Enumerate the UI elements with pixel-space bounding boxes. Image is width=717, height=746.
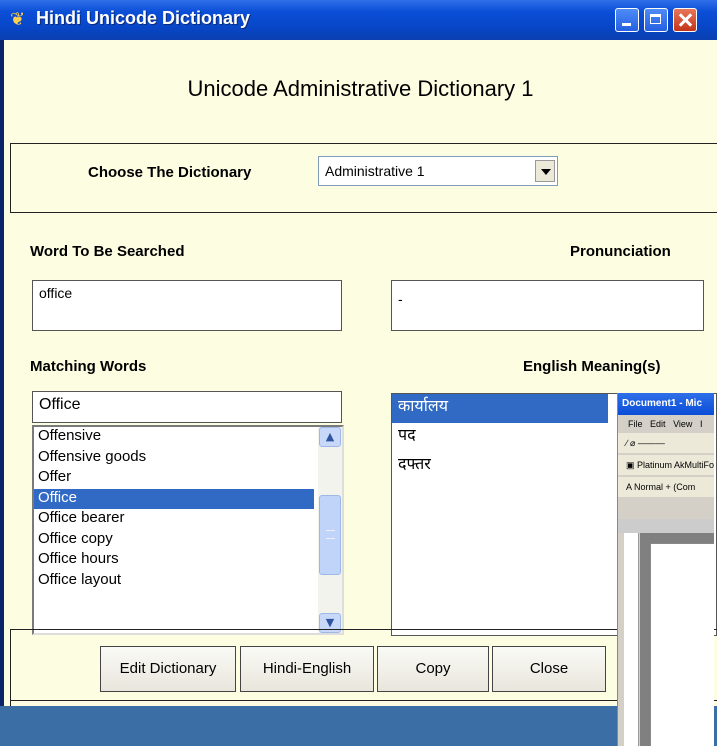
matching-filter-input[interactable]: Office — [32, 391, 342, 423]
scroll-thumb[interactable] — [319, 495, 341, 575]
dictionary-window: ❦ Hindi Unicode Dictionary Unicode Admin… — [0, 0, 717, 746]
word-style-toolbar[interactable]: A Normal + (Com — [618, 477, 714, 497]
english-meanings-label: English Meaning(s) — [523, 358, 661, 375]
word-font-name[interactable]: Platinum AkMultiFont — [637, 460, 714, 470]
divider — [10, 143, 11, 213]
close-button[interactable]: Close — [492, 646, 606, 692]
hindi-english-button[interactable]: Hindi-English — [240, 646, 374, 692]
word-drawing-toolbar[interactable]: ∕ ⌀ ——— — [618, 433, 714, 453]
word-title-bar[interactable]: Document1 - Mic — [618, 393, 714, 415]
divider — [10, 700, 717, 701]
pen-icon[interactable]: ∕ ⌀ — [626, 438, 635, 448]
maximize-button[interactable] — [644, 8, 668, 32]
word-font-toolbar[interactable]: ▣ Platinum AkMultiFont — [618, 455, 714, 475]
matching-words-list[interactable]: Offensive Offensive goods Offer Office O… — [32, 425, 344, 635]
title-bar[interactable]: ❦ Hindi Unicode Dictionary — [0, 0, 717, 40]
pronunciation-label: Pronunciation — [570, 243, 671, 260]
copy-button[interactable]: Copy — [377, 646, 489, 692]
document-page[interactable] — [650, 543, 714, 746]
divider — [10, 212, 717, 213]
dictionary-app-icon: ❦ — [10, 9, 26, 30]
word-search-label: Word To Be Searched — [30, 243, 185, 260]
word-document-window[interactable]: Document1 - Mic File Edit View I ∕ ⌀ ———… — [617, 393, 714, 746]
matching-words-label: Matching Words — [30, 358, 147, 375]
search-input[interactable]: office — [32, 280, 342, 331]
dictionary-select[interactable]: Administrative 1 — [318, 156, 558, 186]
hindi-english-label: Hindi-English — [262, 660, 352, 677]
word-menu-insert[interactable]: I — [700, 419, 703, 429]
word-menu-file[interactable]: File — [628, 419, 643, 429]
copy-label: Copy — [415, 660, 451, 677]
word-menu-edit[interactable]: Edit — [650, 419, 666, 429]
word-title: Document1 - Mic — [622, 398, 703, 409]
close-window-button[interactable] — [673, 8, 697, 32]
close-label: Close — [529, 660, 569, 677]
list-item[interactable]: Offensive — [34, 427, 314, 448]
meaning-item-selected[interactable]: कार्यालय — [392, 394, 608, 423]
scroll-up-icon[interactable]: ▲ — [319, 427, 341, 447]
page-title: Unicode Administrative Dictionary 1 — [187, 76, 534, 101]
list-item[interactable]: Offensive goods — [34, 448, 314, 469]
style-icon: A — [626, 482, 632, 492]
scroll-down-icon[interactable]: ▼ — [319, 613, 341, 633]
list-item[interactable]: Office bearer — [34, 509, 314, 530]
list-item[interactable]: Office hours — [34, 550, 314, 571]
divider — [10, 143, 717, 144]
list-item-selected[interactable]: Office — [34, 488, 314, 509]
dictionary-client-area: Unicode Administrative Dictionary 1 Choo… — [4, 40, 717, 706]
minimize-button[interactable] — [615, 8, 639, 32]
list-item[interactable]: Offer — [34, 468, 314, 489]
horizontal-ruler — [618, 519, 714, 533]
word-menu-bar[interactable]: File Edit View I — [618, 415, 714, 433]
vertical-ruler — [624, 533, 639, 746]
chevron-down-icon[interactable] — [535, 160, 555, 182]
list-scrollbar[interactable]: ▲ ▼ — [318, 427, 342, 633]
divider — [10, 629, 717, 630]
edit-dictionary-button[interactable]: Edit Dictionary — [100, 646, 236, 692]
list-item[interactable]: Office layout — [34, 571, 314, 592]
choose-dictionary-label: Choose The Dictionary — [88, 164, 252, 181]
word-menu-view[interactable]: View — [673, 419, 692, 429]
list-item[interactable]: Office copy — [34, 530, 314, 551]
word-style-box[interactable]: Normal + (Com — [634, 482, 695, 492]
edit-dictionary-label: Edit Dictionary — [119, 660, 217, 677]
font-icon: ▣ — [626, 460, 635, 470]
grip-icon — [326, 530, 335, 539]
window-title: Hindi Unicode Dictionary — [36, 8, 251, 28]
dictionary-select-value: Administrative 1 — [325, 163, 425, 179]
pronunciation-field: - — [391, 280, 704, 331]
divider — [10, 629, 11, 706]
